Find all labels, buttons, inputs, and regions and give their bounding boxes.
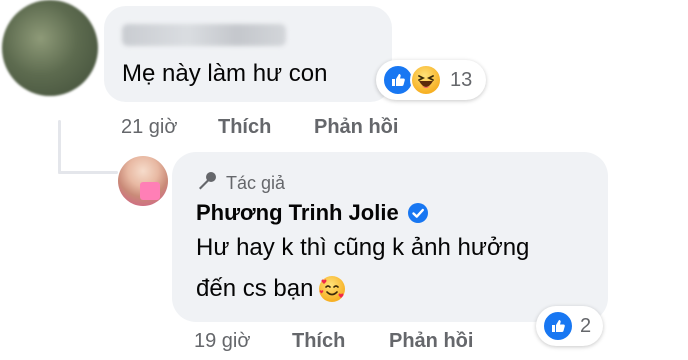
comment-timestamp[interactable]: 21 giờ bbox=[121, 116, 177, 139]
reply-text-line2-row: đến cs bạn bbox=[196, 275, 346, 303]
haha-icon bbox=[410, 64, 442, 96]
reply-timestamp[interactable]: 19 giờ bbox=[194, 330, 250, 353]
comment-text: Mẹ này làm hư con bbox=[122, 60, 328, 87]
author-name-row: Phương Trinh Jolie bbox=[196, 200, 429, 226]
author-badge: Tác giả bbox=[196, 170, 285, 197]
reply-text-line2: đến cs bạn bbox=[196, 275, 314, 302]
author-avatar[interactable] bbox=[118, 156, 168, 206]
verified-badge-icon bbox=[407, 202, 429, 224]
reply-button[interactable]: Phản hồi bbox=[314, 116, 398, 139]
like-button[interactable]: Thích bbox=[292, 330, 345, 353]
blurred-commenter-name[interactable] bbox=[122, 24, 286, 46]
author-name[interactable]: Phương Trinh Jolie bbox=[196, 200, 399, 226]
reaction-count: 13 bbox=[450, 68, 473, 91]
like-icon bbox=[542, 310, 574, 342]
reaction-count: 2 bbox=[580, 314, 592, 337]
comment-reactions[interactable]: 13 bbox=[376, 60, 487, 100]
thread-line-horizontal bbox=[58, 171, 118, 174]
smiling-face-with-hearts-icon bbox=[319, 276, 346, 302]
reply-button[interactable]: Phản hồi bbox=[389, 330, 473, 353]
author-badge-label: Tác giả bbox=[226, 173, 286, 193]
microphone-icon bbox=[196, 170, 218, 197]
avatar-detail bbox=[140, 182, 160, 200]
thread-line-vertical bbox=[58, 120, 61, 174]
reply-text-line1: Hư hay k thì cũng k ảnh hưởng bbox=[196, 234, 530, 261]
reply-reactions[interactable]: 2 bbox=[536, 306, 604, 346]
like-button[interactable]: Thích bbox=[218, 116, 271, 139]
commenter-avatar[interactable] bbox=[2, 0, 98, 96]
